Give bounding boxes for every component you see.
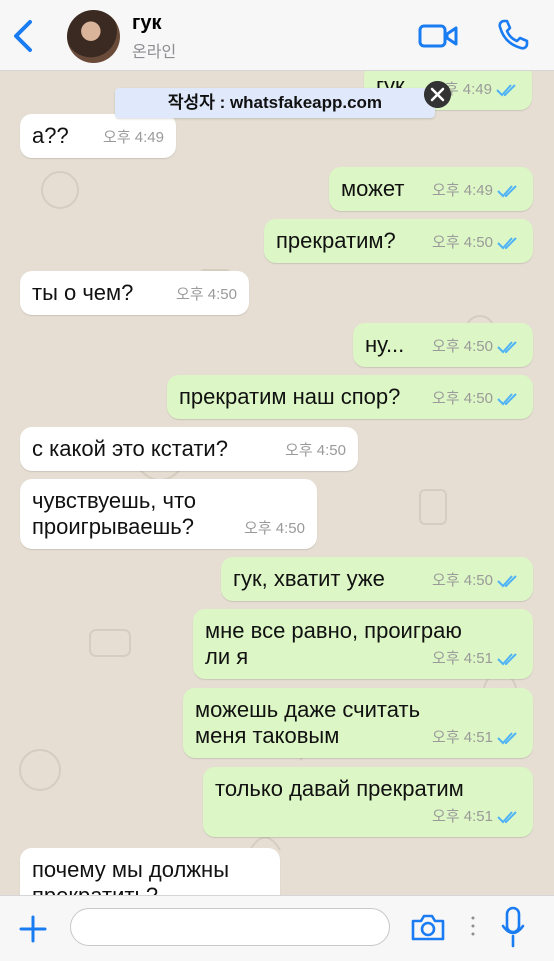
read-ticks-icon — [497, 237, 517, 250]
message-text-line: чувствуешь, что — [32, 488, 197, 513]
message-bubble-outgoing[interactable]: прекратим наш спор? 오후 4:50 — [167, 375, 533, 419]
message-text-line: можешь даже считать — [195, 697, 421, 722]
read-ticks-icon — [497, 732, 517, 745]
message-text: ну... — [365, 332, 405, 357]
message-time: 오후 4:50 — [285, 442, 346, 459]
message-time: 오후 4:50 — [432, 338, 493, 355]
message-bubble-outgoing[interactable]: прекратим? 오후 4:50 — [264, 219, 533, 263]
message-meta: 오후 4:50 — [176, 281, 237, 309]
message-meta: 오후 4:50 — [432, 229, 521, 257]
message-meta: 오후 4:49 — [103, 124, 164, 152]
message-text: ты о чем? — [32, 280, 134, 305]
message-bubble-incoming[interactable]: с какой это кстати? 오후 4:50 — [20, 427, 358, 471]
message-text-line: прекратить? — [32, 882, 158, 895]
message-bubble-incoming[interactable]: почему мы должны прекратить? — [20, 848, 280, 895]
message-time: 오후 4:50 — [176, 286, 237, 303]
contact-name[interactable]: гук — [132, 12, 161, 35]
message-text-line: проигрываешь? — [32, 514, 195, 539]
message-time: 오후 4:50 — [432, 390, 493, 407]
message-time: 오후 4:49 — [103, 129, 164, 146]
read-ticks-icon — [497, 185, 517, 198]
message-bubble-incoming[interactable]: ты о чем? 오후 4:50 — [20, 271, 249, 315]
read-ticks-icon — [497, 575, 517, 588]
message-meta: 오후 4:51 — [432, 724, 521, 752]
read-ticks-icon — [497, 341, 517, 354]
separator-dots-icon — [471, 916, 475, 936]
message-meta: 오후 4:50 — [432, 385, 521, 413]
message-time: 오후 4:50 — [432, 234, 493, 251]
message-bubble-outgoing[interactable]: только давай прекратим 오후 4:51 — [203, 767, 533, 837]
message-bubble-outgoing[interactable]: можешь даже считать меня таковым 오후 4:51 — [183, 688, 533, 758]
phone-call-icon[interactable] — [496, 18, 530, 52]
close-icon[interactable] — [424, 81, 451, 108]
message-time: 오후 4:51 — [432, 808, 493, 825]
camera-icon[interactable] — [410, 912, 446, 942]
message-bubble-outgoing[interactable]: мне все равно, проиграю ли я 오후 4:51 — [193, 609, 533, 679]
message-text-line: ли я — [205, 644, 249, 669]
message-bubble-incoming[interactable]: чувствуешь, что проигрываешь? 오후 4:50 — [20, 479, 317, 549]
message-time: 오후 4:50 — [244, 520, 305, 537]
message-meta: 오후 4:50 — [432, 333, 521, 361]
message-text: только давай прекратим — [215, 776, 464, 801]
plus-icon[interactable] — [18, 914, 48, 944]
read-ticks-icon — [497, 653, 517, 666]
watermark-banner: 작성자 : whatsfakeapp.com — [115, 88, 435, 118]
message-bubble-incoming[interactable]: а?? 오후 4:49 — [20, 114, 176, 158]
message-text-line: меня таковым — [195, 723, 340, 748]
message-meta: 오후 4:50 — [432, 567, 521, 595]
message-text: гук, хватит уже — [233, 566, 385, 591]
message-time: 오후 4:51 — [432, 729, 493, 746]
chat-area[interactable]: гук 오후 4:49 작성자 : whatsfakeapp.com а?? 오… — [0, 70, 554, 895]
message-bubble-outgoing[interactable]: может 오후 4:49 — [329, 167, 533, 211]
message-text-line: почему мы должны — [32, 857, 230, 882]
input-bar — [0, 895, 554, 961]
video-call-icon[interactable] — [418, 22, 458, 50]
message-input[interactable] — [70, 908, 390, 946]
message-meta: 오후 4:51 — [432, 803, 521, 831]
message-meta: 오후 4:50 — [285, 437, 346, 465]
read-ticks-icon — [496, 84, 516, 97]
contact-status: 온라인 — [132, 44, 177, 61]
chat-header: гук 온라인 — [0, 0, 554, 71]
message-text: прекратим наш спор? — [179, 384, 401, 409]
message-bubble-outgoing[interactable]: ну... 오후 4:50 — [353, 323, 533, 367]
message-bubble-outgoing[interactable]: гук, хватит уже 오후 4:50 — [221, 557, 533, 601]
message-text: может — [341, 176, 405, 201]
read-ticks-icon — [497, 811, 517, 824]
read-ticks-icon — [497, 393, 517, 406]
message-text: а?? — [32, 123, 69, 148]
message-meta: 오후 4:50 — [244, 515, 305, 543]
message-text: с какой это кстати? — [32, 436, 228, 461]
microphone-icon[interactable] — [500, 906, 526, 948]
message-time: 오후 4:51 — [432, 650, 493, 667]
back-chevron-icon[interactable] — [8, 16, 38, 56]
message-text-line: мне все равно, проиграю — [205, 618, 462, 643]
message-time: 오후 4:49 — [432, 182, 493, 199]
message-meta: 오후 4:51 — [432, 645, 521, 673]
avatar[interactable] — [67, 10, 120, 63]
message-text: прекратим? — [276, 228, 396, 253]
message-time: 오후 4:50 — [432, 572, 493, 589]
message-meta: 오후 4:49 — [432, 177, 521, 205]
